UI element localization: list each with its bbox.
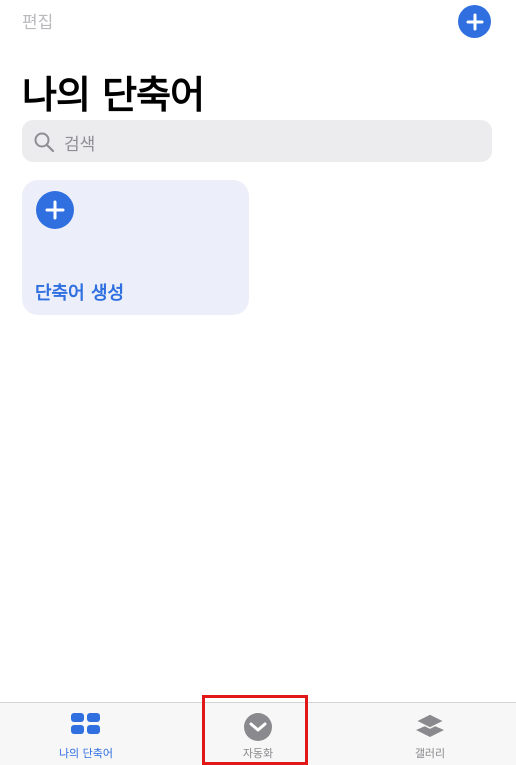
grid-icon <box>71 713 100 734</box>
tab-label: 나의 단축어 <box>58 747 114 760</box>
tab-gallery[interactable]: 갤러리 <box>344 703 516 765</box>
plus-icon <box>45 200 65 220</box>
search-icon <box>34 132 55 153</box>
search-placeholder: 검색 <box>64 135 96 155</box>
layers-icon <box>414 713 446 737</box>
page-title: 나의 단축어 <box>22 73 205 117</box>
edit-button[interactable]: 편집 <box>22 8 53 33</box>
create-shortcut-card[interactable]: 단축어 생성 <box>22 180 249 315</box>
create-shortcut-add-icon <box>36 191 74 229</box>
create-shortcut-label: 단축어 생성 <box>35 283 125 304</box>
search-bar[interactable]: 검색 <box>22 120 492 162</box>
add-shortcut-button[interactable] <box>458 5 491 38</box>
plus-icon <box>466 13 483 30</box>
tab-my-shortcuts[interactable]: 나의 단축어 <box>0 703 172 765</box>
tab-label: 갤러리 <box>414 747 446 760</box>
automation-tab-highlight <box>202 695 308 765</box>
